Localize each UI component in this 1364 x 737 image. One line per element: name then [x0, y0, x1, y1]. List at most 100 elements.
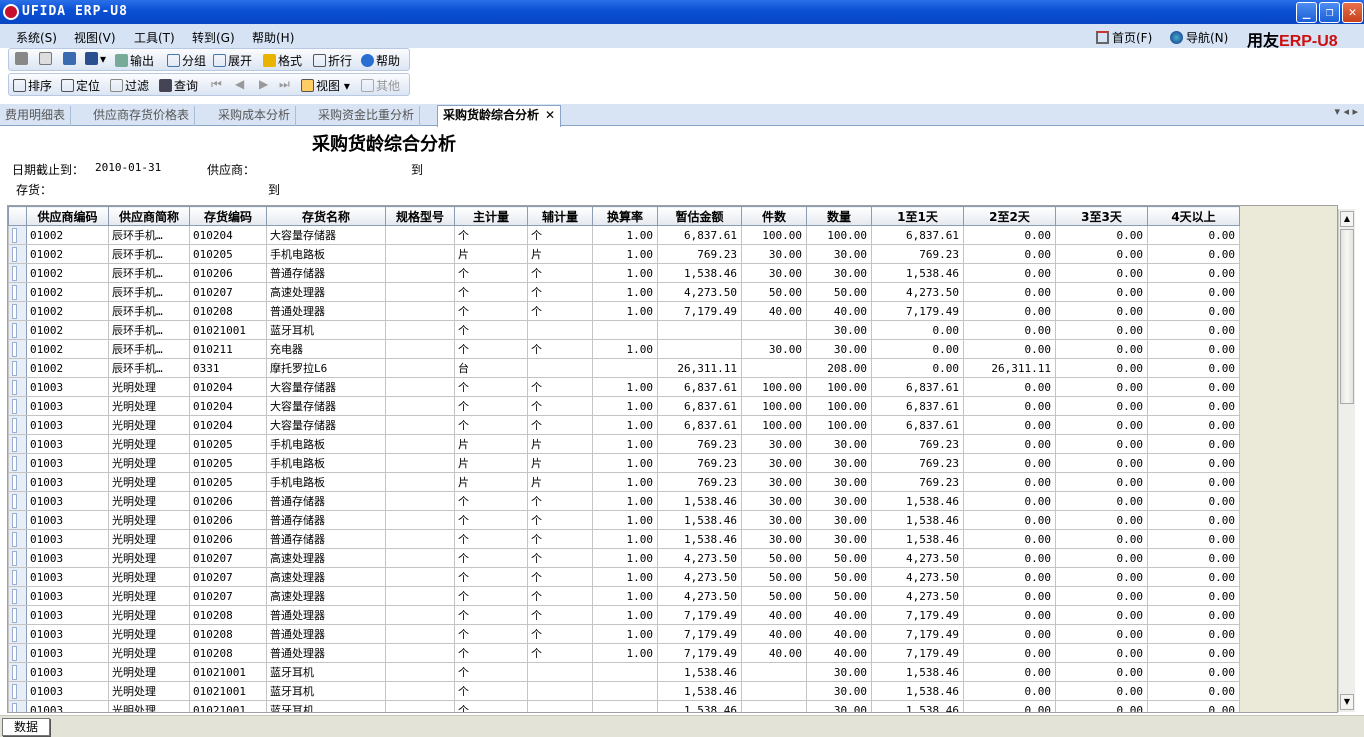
row-selector[interactable]: [8, 320, 27, 340]
restore-button[interactable]: ❐: [1319, 2, 1340, 23]
column-header[interactable]: 暂估金额: [657, 206, 742, 226]
preview-button[interactable]: [39, 52, 54, 68]
table-row[interactable]: 01003 光明处理 010208 普通处理器个个 1.00 7,179.49 40.00 4…: [8, 624, 1240, 644]
table-row[interactable]: 01003 光明处理 010206 普通存储器个个 1.00 1,538.46 30.00 3…: [8, 510, 1240, 530]
table-row[interactable]: 01003 光明处理 010206 普通存储器个个 1.00 1,538.46 30.00 3…: [8, 491, 1240, 511]
table-row[interactable]: 01003 光明处理 010207 高速处理器个个 1.00 4,273.50 50.00 5…: [8, 567, 1240, 587]
table-row[interactable]: 01003 光明处理 010205 手机电路板片片 1.00 769.23 30.00 30.…: [8, 453, 1240, 473]
table-row[interactable]: 01002 辰环手机… 010207 高速处理器个个 1.00 4,273.50 50.00…: [8, 282, 1240, 302]
tab-purchase-cost[interactable]: 采购成本分析: [213, 106, 297, 126]
row-selector[interactable]: [8, 377, 27, 397]
row-selector[interactable]: [8, 339, 27, 359]
row-selector[interactable]: [8, 453, 27, 473]
row-selector[interactable]: [8, 301, 27, 321]
row-selector[interactable]: [8, 510, 27, 530]
column-header[interactable]: 供应商简称: [108, 206, 190, 226]
row-selector[interactable]: [8, 415, 27, 435]
scroll-thumb[interactable]: [1340, 229, 1354, 404]
table-row[interactable]: 01003 光明处理 01021001 蓝牙耳机个 1,538.46 30.00 1,538…: [8, 700, 1240, 712]
table-row[interactable]: 01003 光明处理 010208 普通处理器个个 1.00 7,179.49 40.00 4…: [8, 643, 1240, 663]
row-selector[interactable]: [8, 586, 27, 606]
column-header[interactable]: 存货编码: [189, 206, 267, 226]
save-as-button[interactable]: ▾: [85, 52, 106, 68]
format-button[interactable]: 格式: [263, 52, 302, 68]
expand-button[interactable]: 展开: [213, 52, 252, 68]
other-button[interactable]: 其他: [361, 77, 400, 93]
column-header[interactable]: 存货名称: [266, 206, 386, 226]
close-button[interactable]: ✕: [1342, 2, 1363, 23]
table-row[interactable]: 01003 光明处理 010208 普通处理器个个 1.00 7,179.49 40.00 4…: [8, 605, 1240, 625]
table-row[interactable]: 01003 光明处理 010204 大容量存储器个个 1.00 6,837.61 100.0…: [8, 396, 1240, 416]
table-row[interactable]: 01003 光明处理 010205 手机电路板片片 1.00 769.23 30.00 30.…: [8, 434, 1240, 454]
vertical-scrollbar[interactable]: ▲ ▼: [1338, 209, 1355, 712]
view-button[interactable]: 视图 ▾: [301, 77, 350, 93]
tab-nav[interactable]: ▾ ◂ ▸: [1334, 105, 1358, 118]
table-row[interactable]: 01003 光明处理 010206 普通存储器个个 1.00 1,538.46 30.00 3…: [8, 529, 1240, 549]
prev-page-button[interactable]: ◀: [235, 77, 244, 93]
row-selector[interactable]: [8, 282, 27, 302]
first-page-button[interactable]: ⏮: [211, 77, 222, 93]
group-button[interactable]: 分组: [167, 52, 206, 68]
menu-view[interactable]: 视图(V): [74, 29, 116, 45]
minimize-button[interactable]: _: [1296, 2, 1317, 23]
column-header[interactable]: 规格型号: [385, 206, 455, 226]
row-selector[interactable]: [8, 605, 27, 625]
row-selector[interactable]: [8, 491, 27, 511]
filter-button[interactable]: 过滤: [110, 77, 149, 93]
column-header[interactable]: 辅计量: [527, 206, 593, 226]
row-selector[interactable]: [8, 624, 27, 644]
column-header[interactable]: 3至3天: [1055, 206, 1148, 226]
table-row[interactable]: 01003 光明处理 010207 高速处理器个个 1.00 4,273.50 50.00 5…: [8, 548, 1240, 568]
table-row[interactable]: 01003 光明处理 01021001 蓝牙耳机个 1,538.46 30.00 1,538…: [8, 681, 1240, 701]
table-row[interactable]: 01002 辰环手机… 010211 充电器个个 1.00 30.00 30.00 0.00 0…: [8, 339, 1240, 359]
table-row[interactable]: 01003 光明处理 010204 大容量存储器个个 1.00 6,837.61 100.0…: [8, 415, 1240, 435]
table-row[interactable]: 01003 光明处理 010207 高速处理器个个 1.00 4,273.50 50.00 5…: [8, 586, 1240, 606]
row-selector[interactable]: [8, 434, 27, 454]
row-selector[interactable]: [8, 643, 27, 663]
row-selector[interactable]: [8, 681, 27, 701]
table-row[interactable]: 01003 光明处理 01021001 蓝牙耳机个 1,538.46 30.00 1,538…: [8, 662, 1240, 682]
tab-supplier-price[interactable]: 供应商存货价格表: [88, 106, 196, 126]
data-sheet-tab[interactable]: 数据: [2, 718, 50, 736]
wrap-button[interactable]: 折行: [313, 52, 352, 68]
query-button[interactable]: 查询: [159, 77, 198, 93]
menu-tools[interactable]: 工具(T): [134, 29, 175, 45]
table-row[interactable]: 01002 辰环手机… 010208 普通处理器个个 1.00 7,179.49 40.00…: [8, 301, 1240, 321]
table-row[interactable]: 01003 光明处理 010204 大容量存储器个个 1.00 6,837.61 100.0…: [8, 377, 1240, 397]
next-page-button[interactable]: ▶: [259, 77, 268, 93]
row-selector[interactable]: [8, 662, 27, 682]
row-selector[interactable]: [8, 396, 27, 416]
menu-system[interactable]: 系统(S): [16, 29, 57, 45]
table-row[interactable]: 01002 辰环手机… 010204 大容量存储器个个 1.00 6,837.61 100.…: [8, 225, 1240, 245]
column-header[interactable]: 供应商编码: [26, 206, 109, 226]
table-row[interactable]: 01002 辰环手机… 01021001 蓝牙耳机个 30.00 0.00 0.00 0.00…: [8, 320, 1240, 340]
export-button[interactable]: 输出: [115, 52, 154, 68]
row-selector[interactable]: [8, 700, 27, 712]
tab-close-icon[interactable]: ✕: [545, 108, 555, 122]
last-page-button[interactable]: ⏭: [279, 77, 290, 93]
row-selector-header[interactable]: [8, 206, 27, 226]
report-grid[interactable]: 供应商编码 供应商简称 存货编码 存货名称 规格型号 主计量 辅计量 换算率 暂估金额 件数 数量 1…: [7, 205, 1338, 713]
table-row[interactable]: 01002 辰环手机… 010206 普通存储器个个 1.00 1,538.46 30.00…: [8, 263, 1240, 283]
column-header[interactable]: 1至1天: [871, 206, 964, 226]
row-selector[interactable]: [8, 548, 27, 568]
column-header[interactable]: 换算率: [592, 206, 658, 226]
tab-aging-analysis[interactable]: 采购货龄综合分析 ✕: [437, 105, 562, 127]
column-header[interactable]: 件数: [741, 206, 807, 226]
help-button[interactable]: 帮助: [361, 52, 400, 68]
table-row[interactable]: 01002 辰环手机… 0331 摩托罗拉L6 台 26,311.11 208.00 0.00…: [8, 358, 1240, 378]
scroll-up-button[interactable]: ▲: [1340, 211, 1354, 227]
row-selector[interactable]: [8, 263, 27, 283]
nav-link[interactable]: 导航(N): [1170, 29, 1228, 46]
column-header[interactable]: 主计量: [454, 206, 528, 226]
column-header[interactable]: 数量: [806, 206, 872, 226]
scroll-down-button[interactable]: ▼: [1340, 694, 1354, 710]
row-selector[interactable]: [8, 472, 27, 492]
menu-help[interactable]: 帮助(H): [252, 29, 294, 45]
tab-fund-ratio[interactable]: 采购资金比重分析: [313, 106, 421, 126]
home-link[interactable]: 首页(F): [1096, 29, 1152, 46]
table-row[interactable]: 01002 辰环手机… 010205 手机电路板片片 1.00 769.23 30.00 30…: [8, 244, 1240, 264]
row-selector[interactable]: [8, 358, 27, 378]
row-selector[interactable]: [8, 529, 27, 549]
row-selector[interactable]: [8, 567, 27, 587]
